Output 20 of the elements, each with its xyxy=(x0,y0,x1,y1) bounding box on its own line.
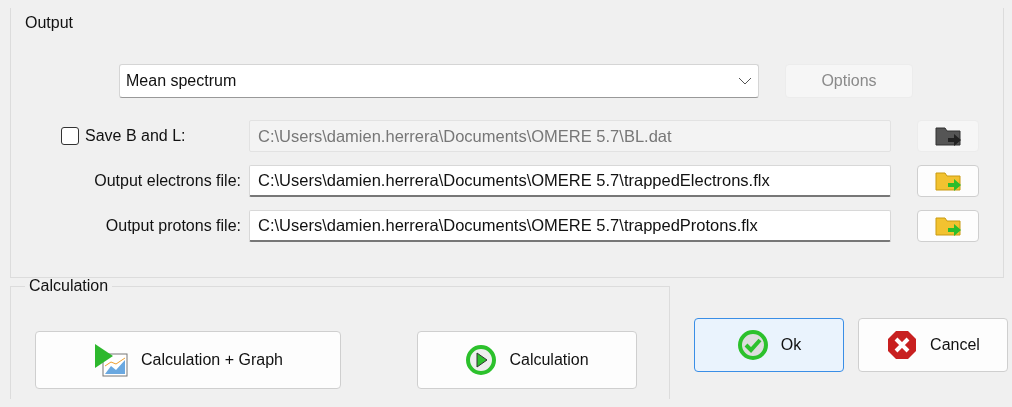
group-title: Calculation xyxy=(25,278,113,294)
file-path-field[interactable]: C:\Users\damien.herrera\Documents\OMERE 5.7\trappedElectrons.flx xyxy=(249,165,891,197)
chevron-down-icon xyxy=(738,77,752,85)
cancel-icon xyxy=(886,329,919,361)
folder-arrow-icon xyxy=(934,215,962,237)
check-circle-icon xyxy=(736,329,769,361)
cancel-button[interactable]: Cancel xyxy=(858,318,1008,372)
field-label: Output electrons file: xyxy=(94,172,241,190)
field-label: Output protons file: xyxy=(105,217,241,235)
file-path-field[interactable]: C:\Users\damien.herrera\Documents\OMERE 5.7\trappedProtons.flx xyxy=(249,210,891,242)
folder-arrow-icon xyxy=(934,170,962,192)
calculation-button[interactable]: Calculation + Graph xyxy=(35,331,341,389)
spectrum-dropdown[interactable]: Mean spectrum xyxy=(119,64,759,98)
folder-arrow-icon xyxy=(934,125,962,147)
play-chart-icon xyxy=(93,342,130,378)
calculation-button[interactable]: Calculation xyxy=(417,331,637,389)
checkbox-label: Save B and L: xyxy=(85,127,186,145)
ok-button[interactable]: Ok xyxy=(694,318,844,372)
group-title: Output xyxy=(25,14,74,32)
play-circle-icon xyxy=(465,344,498,376)
